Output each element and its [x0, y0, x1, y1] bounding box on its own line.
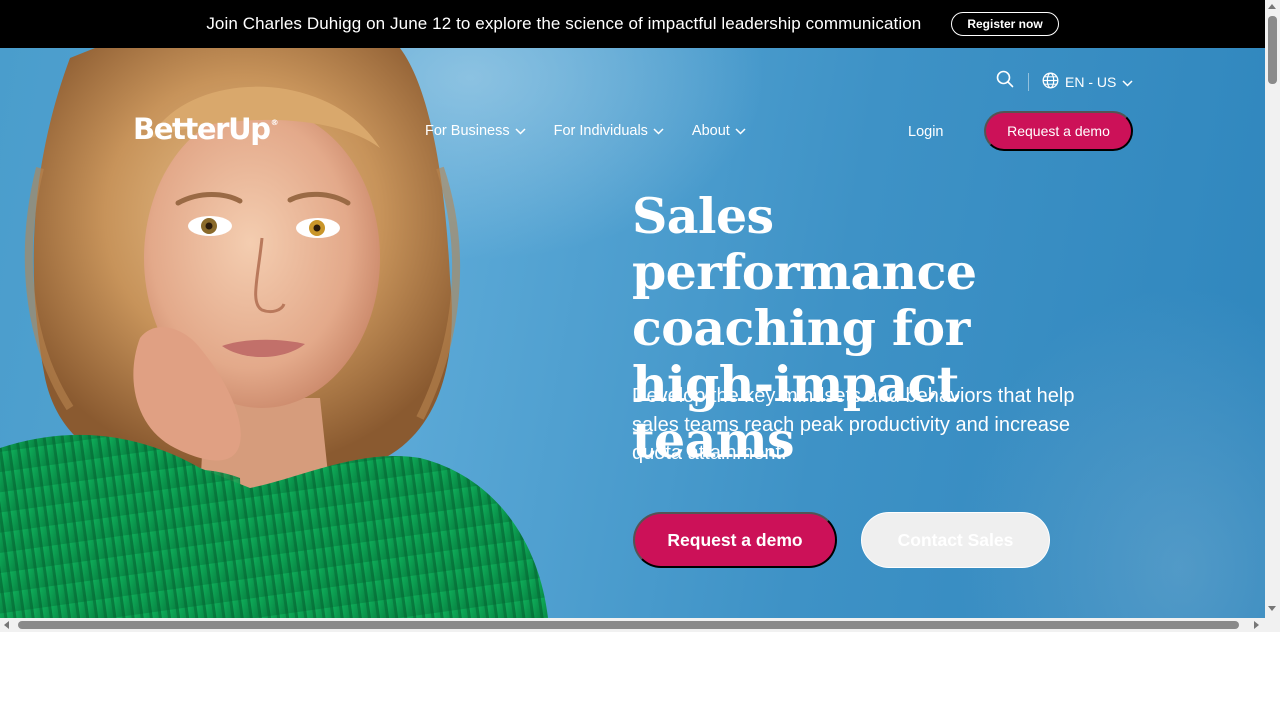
announcement-text: Join Charles Duhigg on June 12 to explor… [206, 14, 922, 33]
header-request-demo-button[interactable]: Request a demo [984, 111, 1133, 151]
scroll-left-icon[interactable] [4, 621, 9, 629]
nav-for-individuals[interactable]: For Individuals [554, 123, 664, 139]
nav-item-label: For Business [425, 123, 510, 139]
betterup-logo[interactable]: BetterUp® [133, 112, 279, 146]
nav-for-business[interactable]: For Business [425, 123, 526, 139]
scroll-right-icon[interactable] [1254, 621, 1259, 629]
announcement-bar: Join Charles Duhigg on June 12 to explor… [0, 0, 1265, 48]
nav-about[interactable]: About [692, 123, 746, 139]
language-label: EN - US [1065, 73, 1117, 90]
chevron-down-icon [653, 123, 664, 139]
utility-divider [1028, 72, 1029, 91]
scroll-up-icon[interactable] [1268, 4, 1276, 9]
globe-icon [1042, 72, 1059, 92]
logo-text: BetterUp [133, 112, 271, 146]
nav-item-label: For Individuals [553, 123, 648, 139]
vertical-scrollbar[interactable] [1265, 0, 1280, 618]
vertical-scroll-thumb[interactable] [1268, 16, 1277, 84]
nav-item-label: About [691, 123, 730, 139]
hero-request-demo-button[interactable]: Request a demo [633, 512, 837, 568]
scroll-down-icon[interactable] [1268, 606, 1276, 611]
scrollbar-corner [1265, 618, 1280, 632]
chevron-down-icon [515, 123, 526, 139]
chevron-down-icon [1122, 74, 1133, 90]
horizontal-scroll-thumb[interactable] [18, 621, 1239, 629]
page-viewport: Join Charles Duhigg on June 12 to explor… [0, 0, 1265, 618]
contact-sales-button[interactable]: Contact Sales [861, 512, 1050, 568]
main-nav: For Business For Individuals About [425, 123, 774, 139]
language-selector[interactable]: EN - US [1042, 72, 1133, 92]
search-icon[interactable] [996, 70, 1014, 93]
hero-section: BetterUp® EN - US For Business For Indiv… [0, 48, 1265, 618]
chevron-down-icon [735, 123, 746, 139]
registered-mark: ® [270, 118, 279, 127]
utility-bar: EN - US [996, 70, 1133, 93]
horizontal-scrollbar[interactable] [0, 618, 1265, 632]
register-now-button[interactable]: Register now [951, 12, 1059, 36]
hero-subcopy: Develop the key mindsets and behaviors t… [632, 385, 1075, 464]
login-link[interactable]: Login [908, 124, 943, 140]
